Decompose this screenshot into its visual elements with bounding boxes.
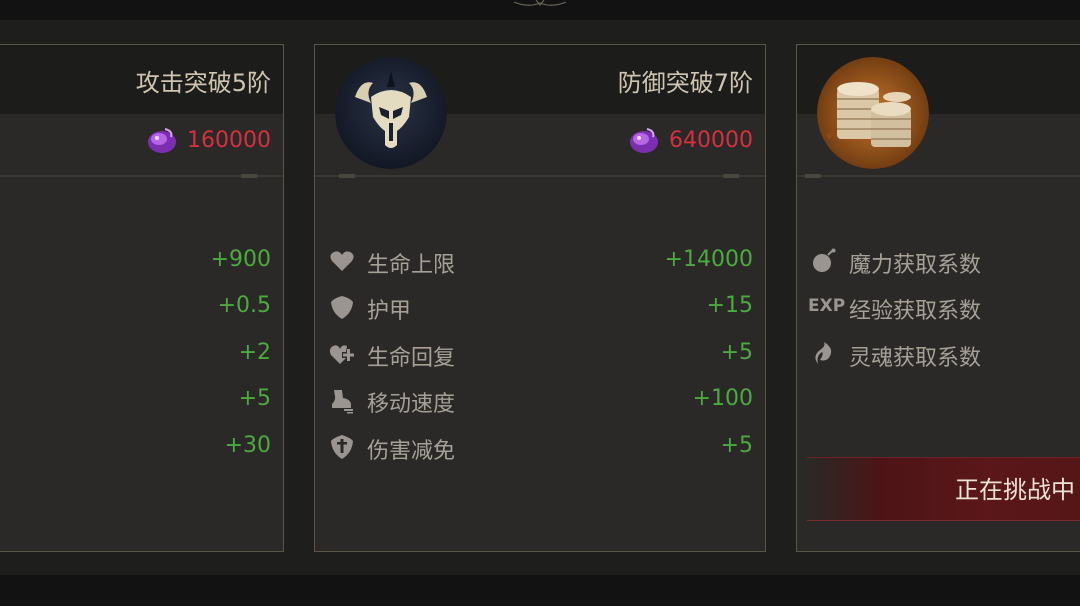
stat-row-health: 生命上限 +14000: [315, 241, 765, 281]
stat-label: 伤害减免: [367, 439, 456, 464]
card-title: 攻击突破5阶: [135, 69, 271, 97]
stat-label: 生命上限: [367, 253, 456, 278]
stat-value: +14000: [664, 247, 753, 272]
stat-row-speed: 移动速度 +100: [315, 380, 765, 420]
stat-row-damage-reduction: 伤害减免 +5: [315, 427, 765, 467]
cost-value: 640000: [669, 127, 753, 153]
card-title: 防御突破7阶: [617, 69, 753, 97]
breakthrough-card-resource[interactable]: 魔力获取系数 EXP 经验获取系数 灵魂获取系数 正在挑战中: [796, 44, 1080, 552]
stat-value: +2: [238, 340, 271, 365]
stat-row-armor: 护甲 +15: [315, 287, 765, 327]
stat-value: +0.5: [217, 293, 271, 318]
bottom-bar: [0, 575, 1080, 606]
stat-value: +30: [224, 433, 271, 458]
stat-value: +15: [706, 293, 753, 318]
horned-helmet-icon: [335, 57, 447, 169]
stat-row: +900: [0, 241, 283, 281]
stat-row-soul-gain: 灵魂获取系数: [797, 334, 1080, 374]
top-ornament: [513, 0, 567, 6]
stat-row-mana-gain: 魔力获取系数: [797, 241, 1080, 281]
running-boot-icon: [328, 386, 356, 414]
stat-label: 移动速度: [367, 392, 456, 417]
exp-icon: EXP: [808, 296, 846, 316]
challenge-status-text: 正在挑战中: [955, 476, 1075, 504]
soul-swirl-icon: [810, 340, 838, 368]
stat-label: 护甲: [367, 299, 412, 324]
divider-ornament: [0, 174, 283, 178]
heart-plus-icon: [328, 340, 356, 368]
stat-value: +100: [692, 386, 753, 411]
stat-row-regen: 生命回复 +5: [315, 334, 765, 374]
cost-row: 160000: [145, 125, 271, 155]
divider-ornament: [797, 174, 1080, 178]
stat-label: 生命回复: [367, 346, 456, 371]
armor-shield-icon: [328, 293, 356, 321]
sword-shield-icon: [328, 433, 356, 461]
breakthrough-card-defense[interactable]: 防御突破7阶 640000 生命上限 +14000 护甲 +15 生命回复 +5…: [314, 44, 766, 552]
mana-bomb-icon: [810, 247, 838, 275]
stat-row: +30: [0, 427, 283, 467]
purple-gem-icon: [630, 128, 659, 153]
cost-value: 160000: [187, 127, 271, 153]
cost-row: 640000: [627, 125, 753, 155]
stat-label: 魔力获取系数: [849, 253, 982, 278]
stat-value: +5: [720, 340, 753, 365]
stat-row-exp-gain: EXP 经验获取系数: [797, 287, 1080, 327]
stat-value: +5: [720, 433, 753, 458]
stat-row: +0.5: [0, 287, 283, 327]
purple-gem-icon: [148, 128, 177, 153]
breakthrough-card-attack[interactable]: 攻击突破5阶 160000 +900 +0.5 +2 +5 +30: [0, 44, 284, 552]
stat-label: 灵魂获取系数: [849, 346, 982, 371]
stat-row: +2: [0, 334, 283, 374]
gold-coins-icon: [817, 57, 929, 169]
stat-label: 经验获取系数: [849, 299, 982, 324]
divider-ornament: [315, 174, 765, 178]
stat-value: +5: [238, 386, 271, 411]
challenge-status-banner[interactable]: 正在挑战中: [807, 457, 1080, 521]
stat-value: +900: [210, 247, 271, 272]
heart-icon: [328, 247, 356, 275]
stat-row: +5: [0, 380, 283, 420]
